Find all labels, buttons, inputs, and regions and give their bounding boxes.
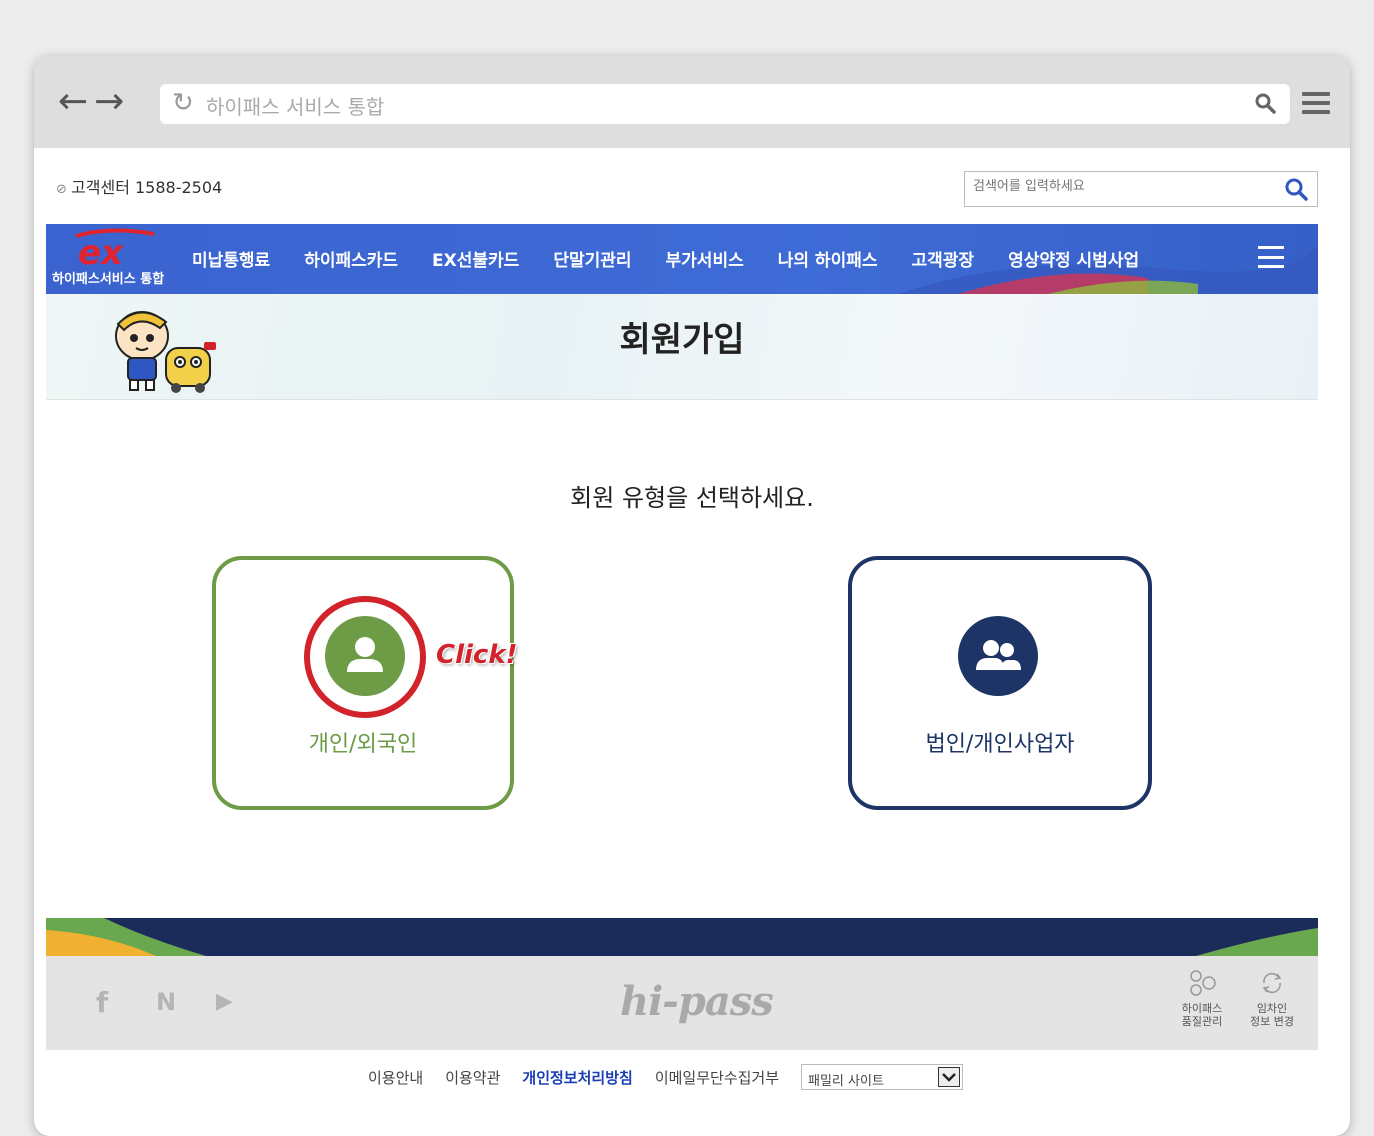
facebook-icon[interactable]: f [96, 986, 108, 1019]
site-search [964, 171, 1318, 207]
logo-subtitle: 하이패스서비스 통합 [52, 272, 165, 287]
refresh-icon [1262, 972, 1282, 994]
site-logo[interactable]: ex 하이패스서비스 통합 [50, 228, 190, 290]
logo-mark: ex [78, 233, 124, 270]
footer-link-guide[interactable]: 이용안내 [368, 1067, 423, 1088]
hipass-brand: hi-pass [620, 978, 774, 1025]
nav-item-video-pilot[interactable]: 영상약정 시범사업 [1008, 246, 1139, 271]
forward-arrow-icon[interactable]: → [94, 84, 124, 120]
nav-items: 미납통행료 하이패스카드 EX선불카드 단말기관리 부가서비스 나의 하이패스 … [192, 246, 1173, 271]
search-icon[interactable] [1283, 176, 1309, 202]
search-icon[interactable] [1252, 90, 1280, 118]
ex-logo-icon: ex [75, 228, 155, 273]
page-title: 회원가입 [619, 320, 745, 360]
tenant-info-label-2: 정보 변경 [1250, 1015, 1294, 1028]
nav-item-extra-services[interactable]: 부가서비스 [666, 246, 744, 271]
phone-icon: ⊘ [56, 182, 72, 197]
browser-toolbar: ← → ↻ 하이패스 서비스 통합 [34, 56, 1350, 148]
person-icon [325, 616, 405, 696]
main-nav: ex 하이패스서비스 통합 미납통행료 하이패스카드 EX선불카드 단말기관리 … [46, 224, 1318, 294]
nav-item-unpaid-toll[interactable]: 미납통행료 [192, 246, 270, 271]
page-banner: 회원가입 [46, 294, 1318, 400]
nav-arrows: ← → [58, 84, 124, 120]
family-site-select[interactable]: 패밀리 사이트 [801, 1064, 964, 1090]
corporate-member-option[interactable]: 법인/개인사업자 [848, 556, 1152, 810]
nav-item-hipass-card[interactable]: 하이패스카드 [304, 246, 398, 271]
click-annotation: Click! [436, 640, 518, 670]
footer-link-privacy[interactable]: 개인정보처리방침 [522, 1067, 632, 1088]
family-site-value: 패밀리 사이트 [808, 1074, 884, 1089]
nodes-icon [1190, 970, 1216, 996]
member-type-prompt: 회원 유형을 선택하세요. [570, 484, 814, 512]
youtube-icon[interactable]: ▶ [216, 989, 233, 1014]
address-text: 하이패스 서비스 통합 [206, 95, 385, 119]
footer: f N ▶ hi-pass 하이패스 품질관리 임차인 정보 변경 [46, 956, 1318, 1050]
quality-management-label-1: 하이패스 [1181, 1002, 1223, 1015]
group-icon [958, 616, 1038, 696]
customer-center: ⊘ 고객센터 1588-2504 [56, 174, 222, 198]
personal-member-label: 개인/외국인 [308, 732, 418, 757]
quality-management-link[interactable]: 하이패스 품질관리 [1170, 968, 1234, 1028]
nav-item-ex-prepaid-card[interactable]: EX선불카드 [432, 246, 519, 271]
personal-member-option[interactable]: Click! 개인/외국인 [212, 556, 518, 810]
nav-item-terminal[interactable]: 단말기관리 [553, 246, 631, 271]
footer-link-terms[interactable]: 이용약관 [445, 1067, 500, 1088]
address-bar[interactable]: ↻ 하이패스 서비스 통합 [160, 84, 1290, 124]
footer-decoration [46, 918, 1318, 956]
customer-center-text: 고객센터 1588-2504 [71, 178, 223, 197]
tenant-info-link[interactable]: 임차인 정보 변경 [1240, 968, 1304, 1028]
hamburger-menu-icon[interactable] [1258, 246, 1284, 268]
naver-icon[interactable]: N [156, 988, 176, 1016]
reload-icon[interactable]: ↻ [172, 88, 194, 118]
back-arrow-icon[interactable]: ← [58, 84, 88, 120]
nav-item-customer-plaza[interactable]: 고객광장 [912, 246, 975, 271]
quality-management-label-2: 품질관리 [1181, 1015, 1223, 1028]
corporate-member-label: 법인/개인사업자 [925, 732, 1075, 757]
browser-menu-icon[interactable] [1302, 92, 1330, 114]
chevron-down-icon [938, 1067, 961, 1087]
nav-item-my-hipass[interactable]: 나의 하이패스 [778, 246, 878, 271]
search-input[interactable] [973, 179, 1273, 194]
browser-window: ← → ↻ 하이패스 서비스 통합 ⊘ 고객센터 1588-2504 검색어를 … [34, 56, 1350, 1136]
footer-link-email-refusal[interactable]: 이메일무단수집거부 [655, 1067, 779, 1088]
footer-links: 이용안내 이용약관 개인정보처리방침 이메일무단수집거부 패밀리 사이트 [368, 1064, 964, 1090]
tenant-info-label-1: 임차인 [1256, 1002, 1288, 1015]
